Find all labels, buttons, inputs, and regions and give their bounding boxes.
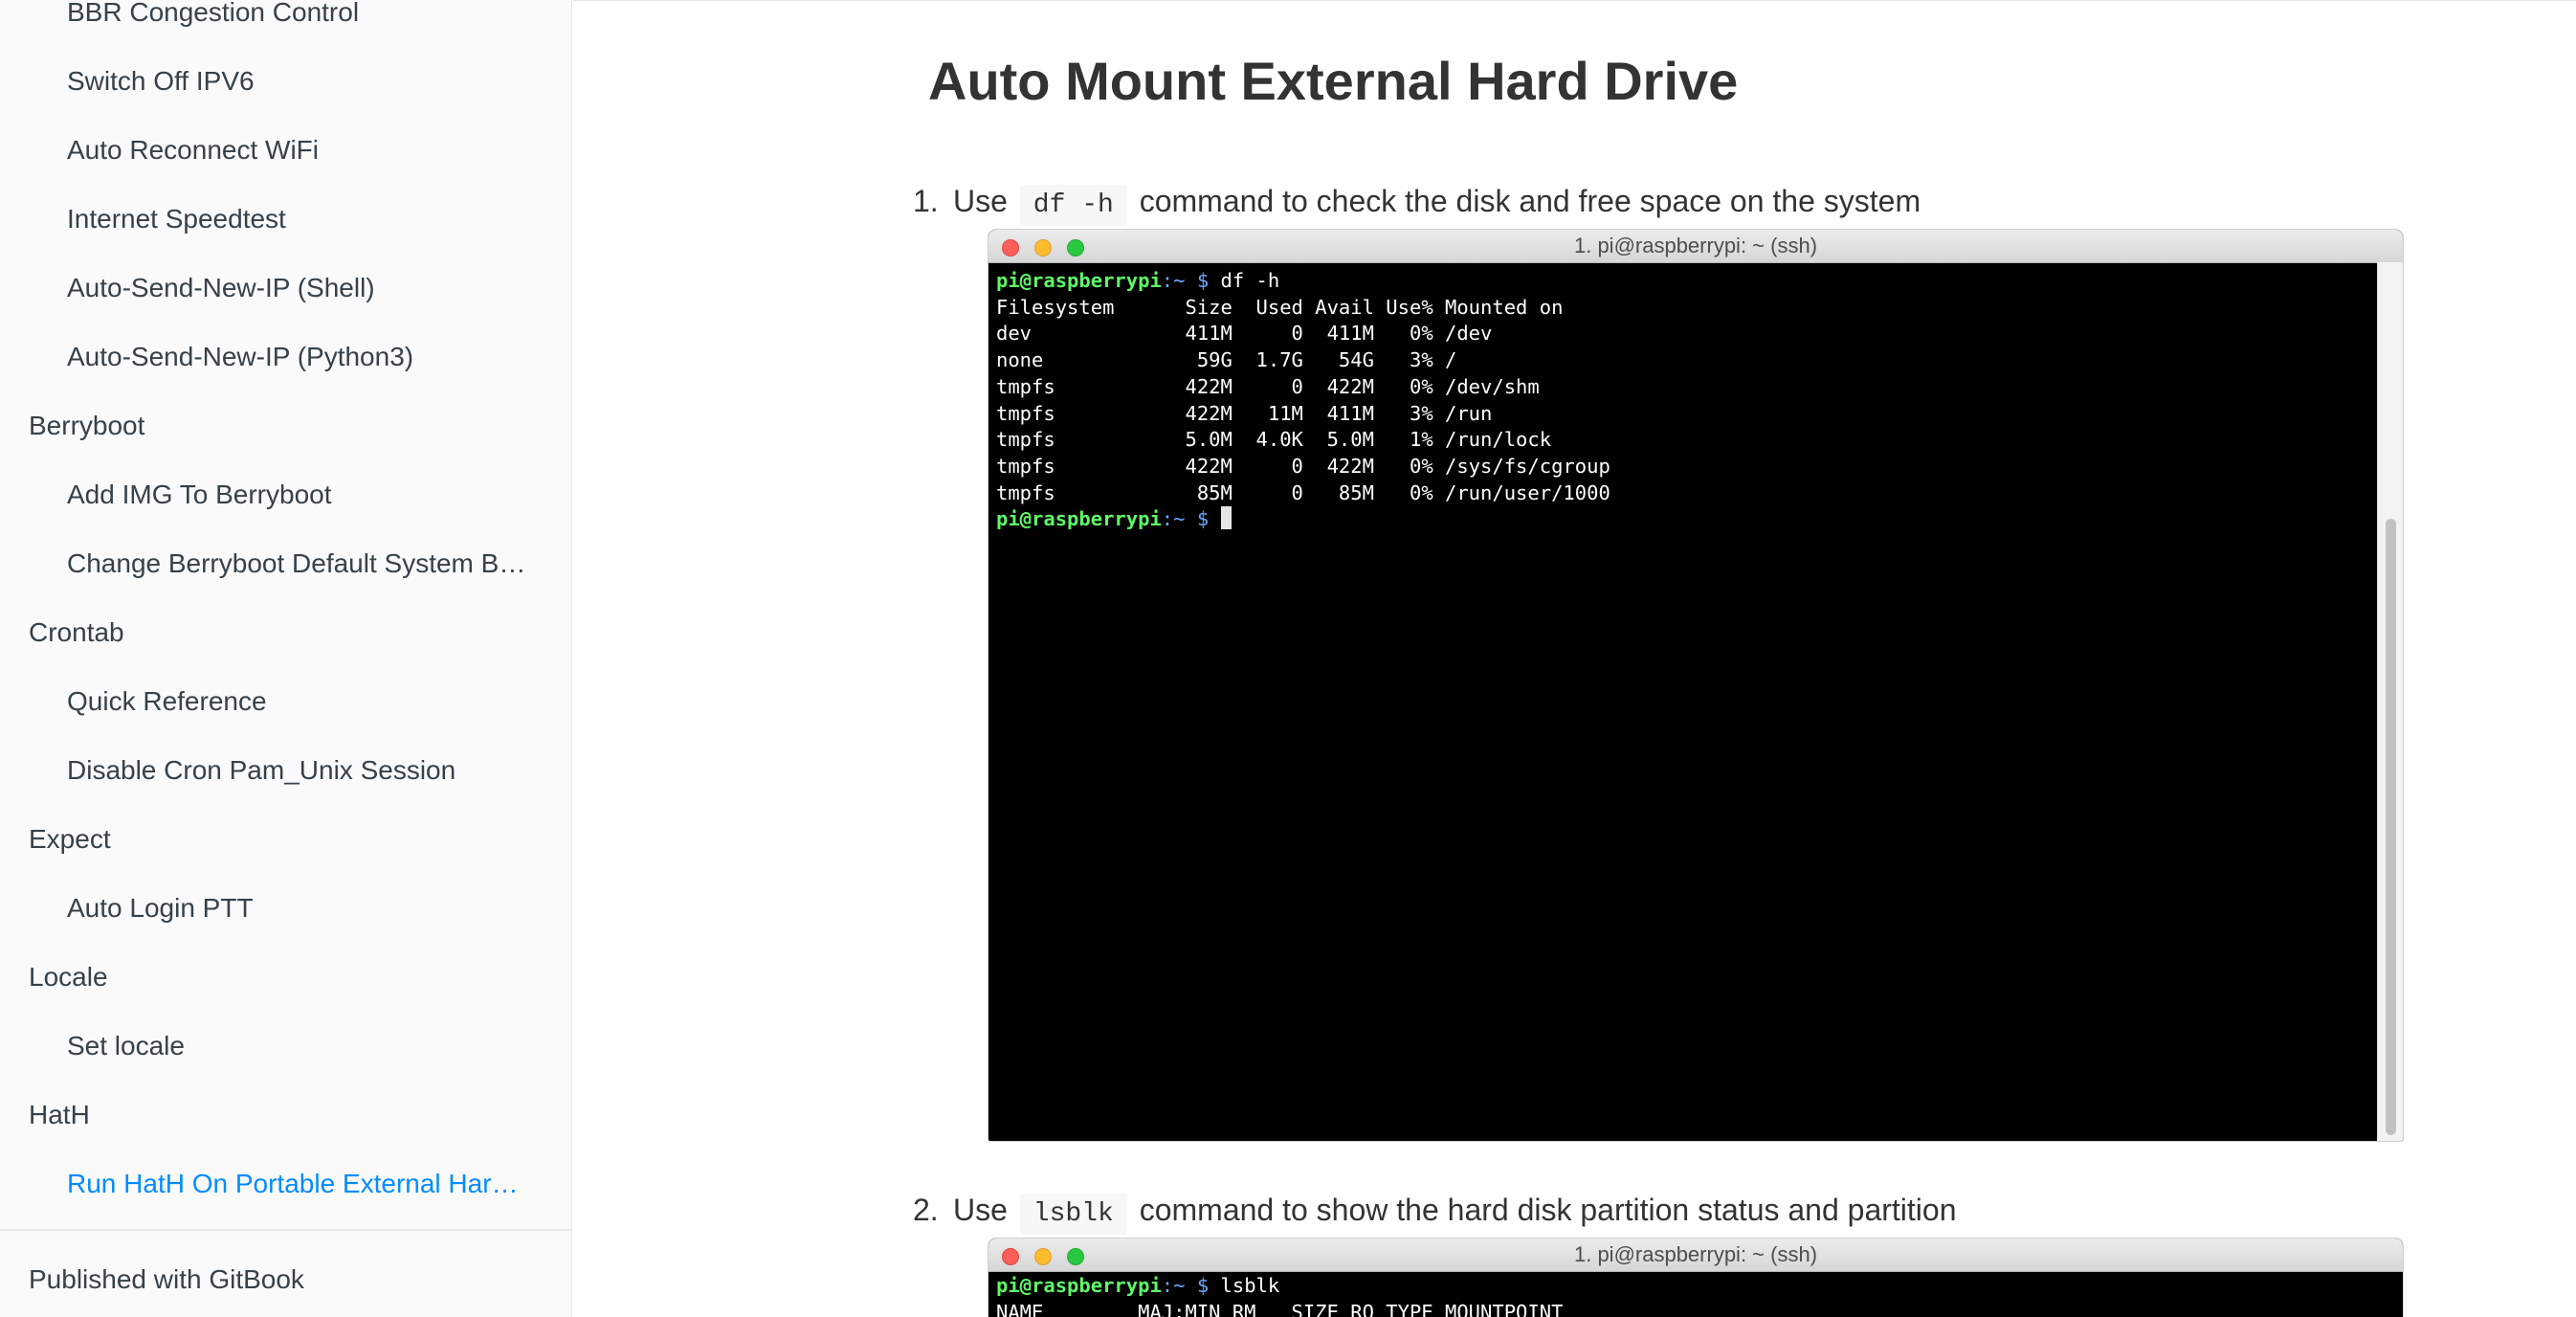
inline-code: lsblk [1019, 1194, 1127, 1235]
sidebar-item[interactable]: BBR Congestion Control [67, 0, 545, 29]
step-2: 2. Use lsblk command to show the hard di… [913, 1191, 1957, 1235]
cursor-block [1220, 506, 1232, 530]
step-text-after: command to show the hard disk partition … [1139, 1193, 1957, 1227]
main-content: Auto Mount External Hard Drive 1. Use df… [573, 0, 2576, 1317]
sidebar-section[interactable]: Expect [29, 823, 536, 856]
step-1: 1. Use df -h command to check the disk a… [913, 182, 1921, 226]
terminal-line: tmpfs 85M 0 85M 0% /run/user/1000 [996, 480, 1610, 504]
sidebar: BBR Congestion Control Switch Off IPV6 Aut… [0, 0, 572, 1317]
sidebar-divider [0, 1229, 571, 1231]
sidebar-item[interactable]: Switch Off IPV6 [67, 65, 545, 98]
sidebar-section[interactable]: Berryboot [29, 410, 536, 442]
step-number: 1. [913, 184, 939, 218]
sidebar-section[interactable]: Crontab [29, 616, 536, 649]
sidebar-item[interactable]: Set locale [67, 1030, 545, 1062]
sidebar-item[interactable]: Add IMG To Berryboot [67, 479, 545, 511]
terminal-line: none 59G 1.7G 54G 3% / [996, 348, 1457, 372]
prompt-symbol: :~ $ [1161, 1274, 1210, 1297]
terminal-command: lsblk [1220, 1274, 1280, 1297]
terminal-output: pi@raspberrypi:~ $ lsblk NAME MAJ:MIN RM… [996, 1273, 2374, 1317]
sidebar-item[interactable]: Auto-Send-New-IP (Shell) [67, 272, 545, 304]
step-text-after: command to check the disk and free space… [1139, 184, 1921, 218]
terminal-title: 1. pi@raspberrypi: ~ (ssh) [1573, 234, 1818, 257]
terminal-line: tmpfs 422M 0 422M 0% /sys/fs/cgroup [996, 454, 1610, 478]
sidebar-item[interactable]: Auto Reconnect WiFi [67, 134, 545, 167]
inline-code: df -h [1019, 185, 1127, 226]
terminal-output-lines: Filesystem Size Used Avail Use% Mounted … [996, 296, 1610, 504]
scrollbar-thumb[interactable] [2386, 519, 2396, 1135]
sidebar-item[interactable]: Disable Cron Pam_Unix Session [67, 754, 545, 787]
terminal-line: dev 411M 0 411M 0% /dev [996, 322, 1493, 346]
terminal-output: pi@raspberrypi:~ $ df -h Filesystem Size… [996, 268, 2374, 533]
terminal-scrollbar[interactable] [2377, 262, 2403, 1141]
sidebar-section[interactable]: HatH [29, 1099, 536, 1131]
terminal-line: tmpfs 422M 0 422M 0% /dev/shm [996, 374, 1540, 398]
prompt-user: pi@raspberrypi [996, 507, 1162, 531]
terminal-command: df -h [1220, 269, 1280, 292]
sidebar-item[interactable]: Auto Login PTT [67, 892, 545, 925]
page-title: Auto Mount External Hard Drive [928, 51, 1739, 111]
terminal-titlebar: 1. pi@raspberrypi: ~ (ssh) [988, 230, 2403, 263]
sidebar-item[interactable]: Internet Speedtest [67, 203, 545, 235]
sidebar-item[interactable]: Change Berryboot Default System B… [67, 547, 545, 580]
terminal-screenshot-2: 1. pi@raspberrypi: ~ (ssh) pi@raspberryp… [988, 1239, 2403, 1317]
terminal-title: 1. pi@raspberrypi: ~ (ssh) [1573, 1242, 1818, 1266]
terminal-titlebar: 1. pi@raspberrypi: ~ (ssh) [988, 1239, 2403, 1272]
sidebar-item[interactable]: Quick Reference [67, 685, 545, 718]
gitbook-footer-link[interactable]: Published with GitBook [29, 1263, 304, 1296]
top-divider [573, 0, 2576, 1]
prompt-symbol: :~ $ [1161, 507, 1210, 531]
prompt-symbol: :~ $ [1161, 269, 1210, 292]
sidebar-section[interactable]: Locale [29, 961, 536, 993]
terminal-line: tmpfs 422M 11M 411M 3% /run [996, 401, 1493, 425]
terminal-line: NAME MAJ:MIN RM SIZE RO TYPE MOUNTPOINT [996, 1300, 1564, 1317]
step-text-before: Use [953, 184, 1008, 218]
prompt-user: pi@raspberrypi [996, 1274, 1162, 1297]
sidebar-item[interactable]: Run HatH On Portable External Har… [67, 1168, 545, 1200]
prompt-user: pi@raspberrypi [996, 269, 1162, 292]
step-number: 2. [913, 1193, 939, 1227]
terminal-screenshot-1: 1. pi@raspberrypi: ~ (ssh) pi@raspberryp… [988, 230, 2403, 1141]
sidebar-item[interactable]: Auto-Send-New-IP (Python3) [67, 341, 545, 373]
step-text-before: Use [953, 1193, 1008, 1227]
terminal-line: Filesystem Size Used Avail Use% Mounted … [996, 295, 1564, 319]
terminal-line: tmpfs 5.0M 4.0K 5.0M 1% /run/lock [996, 428, 1552, 452]
terminal-output-lines: NAME MAJ:MIN RM SIZE RO TYPE MOUNTPOINT [996, 1301, 1563, 1317]
